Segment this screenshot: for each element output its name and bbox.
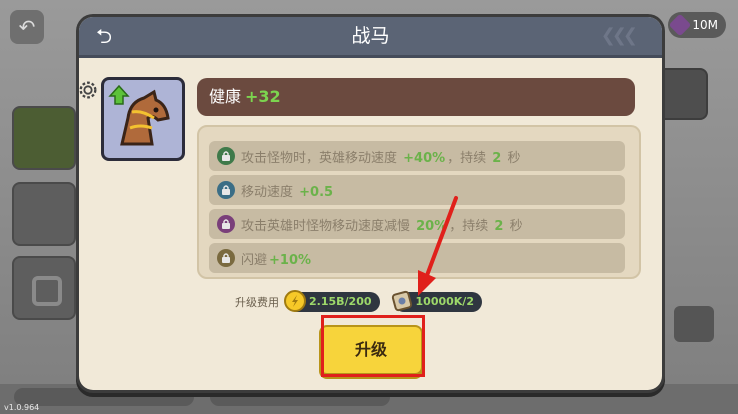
lock-icon — [217, 249, 235, 267]
stat-label: 攻击英雄时怪物移动速度减慢 — [241, 218, 415, 234]
stat-value: 2 — [492, 150, 502, 166]
upgrade-cost-row: 升级费用 2.15B/200 10000K/2 — [235, 289, 496, 315]
scroll-icon — [391, 290, 412, 312]
stat-value: 2 — [494, 218, 504, 234]
gold-cost-value: 2.15B/200 — [309, 295, 372, 308]
stat-text: 移动速度 +0.5 — [241, 181, 335, 200]
background-locked-slot — [12, 256, 76, 320]
lock-icon — [217, 181, 235, 199]
stats-panel: 攻击怪物时，英雄移动速度 +40% ，持续 2 秒 移动速度 +0.5 攻击英雄时… — [197, 125, 641, 279]
health-bar: 健康 +32 — [197, 78, 635, 116]
lock-icon — [217, 147, 235, 165]
annotation-highlight-box — [321, 315, 425, 377]
gem-icon — [669, 13, 692, 37]
dialog-title: 战马 — [351, 25, 390, 47]
health-bonus: +32 — [245, 87, 281, 106]
dialog-header: ⮌ 战马 ❮❮❮ — [79, 17, 662, 58]
stat-label: 移动速度 — [241, 184, 298, 200]
background-bow-slot — [656, 68, 708, 120]
stat-value: 20% — [416, 218, 448, 234]
stat-label: 攻击怪物时，英雄移动速度 — [241, 150, 402, 166]
stat-row: 闪避 +10% — [209, 243, 625, 273]
scroll-cost-pill: 10000K/2 — [391, 290, 482, 312]
lock-icon — [217, 215, 235, 233]
stat-text: 攻击英雄时怪物移动速度减慢 20% ，持续 2 秒 — [241, 215, 523, 234]
stat-value: +0.5 — [299, 184, 334, 200]
stat-value: +40% — [403, 150, 446, 166]
background-stat-row — [210, 388, 390, 406]
horse-portrait — [101, 77, 185, 161]
background-side-button — [674, 306, 714, 342]
stat-label: 闪避 — [241, 252, 268, 268]
background-stat-row — [14, 388, 194, 406]
stat-label: 秒 — [505, 218, 523, 234]
stat-label: ，持续 — [449, 218, 493, 234]
health-label: 健康 — [209, 87, 242, 106]
gem-counter: 10M — [668, 12, 726, 38]
gear-icon[interactable] — [79, 79, 99, 101]
cost-label: 升级费用 — [235, 296, 279, 309]
background-equipment-slot-weapon — [12, 106, 76, 170]
upgrade-available-icon — [108, 84, 130, 105]
stat-value: +10% — [269, 252, 312, 268]
stat-row: 攻击怪物时，英雄移动速度 +40% ，持续 2 秒 — [209, 141, 625, 171]
stat-label: 秒 — [503, 150, 521, 166]
header-chevron-decoration: ❮❮❮ — [600, 25, 638, 46]
gem-count: 10M — [692, 18, 718, 32]
stat-label: ，持续 — [447, 150, 491, 166]
background-back-button: ↶ — [10, 10, 44, 44]
stat-row: 移动速度 +0.5 — [209, 175, 625, 205]
gold-cost-pill: 2.15B/200 — [284, 290, 380, 312]
version-label: v1.0.964 — [4, 403, 40, 412]
stat-text: 攻击怪物时，英雄移动速度 +40% ，持续 2 秒 — [241, 147, 520, 166]
stat-row: 攻击英雄时怪物移动速度减慢 20% ，持续 2 秒 — [209, 209, 625, 239]
scroll-cost-value: 10000K/2 — [415, 295, 474, 308]
background-equipment-slot — [12, 182, 76, 246]
gold-coin-icon — [284, 290, 306, 312]
stat-text: 闪避 +10% — [241, 249, 313, 268]
